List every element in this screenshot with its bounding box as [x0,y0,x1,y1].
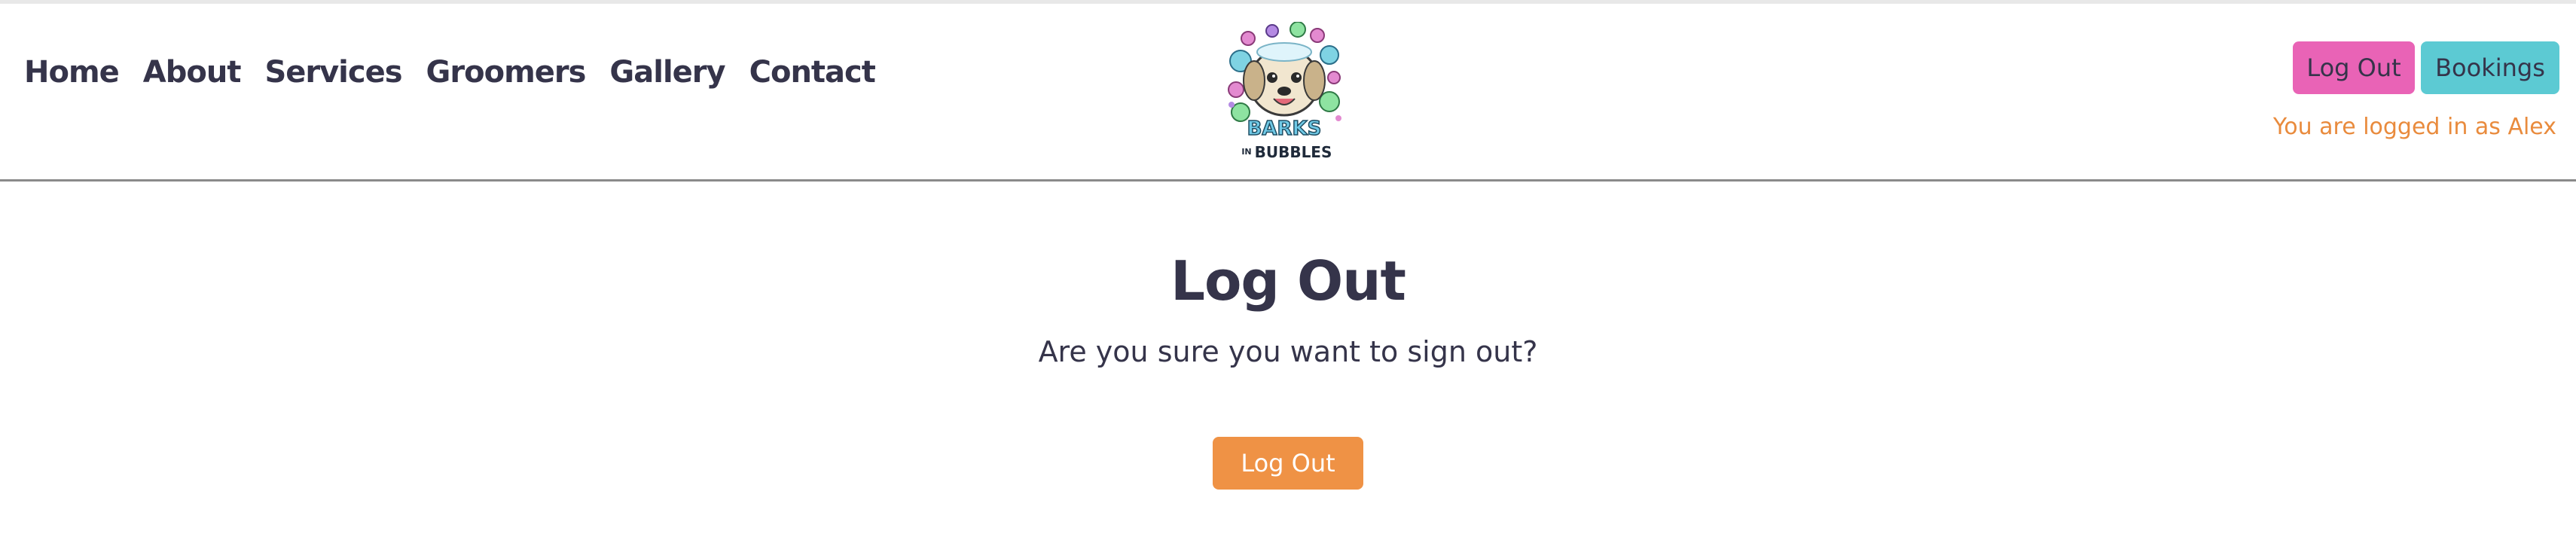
dog-logo-icon: BARKS IN BUBBLES [1228,22,1341,161]
confirm-logout-button[interactable]: Log Out [1213,437,1363,490]
confirm-message: Are you sure you want to sign out? [1038,335,1538,368]
header-logout-button[interactable]: Log Out [2293,41,2415,94]
logo-text-bottom: BUBBLES [1255,143,1332,161]
nav-contact[interactable]: Contact [749,47,876,97]
main-nav: Home About Services Groomers Gallery Con… [24,47,876,97]
page-title: Log Out [1170,249,1406,313]
login-status: You are logged in as Alex [2272,114,2556,140]
nav-gallery[interactable]: Gallery [609,47,725,97]
nav-services[interactable]: Services [264,47,402,97]
nav-groomers[interactable]: Groomers [426,47,587,97]
nav-about[interactable]: About [143,47,242,97]
logo-text-top: BARKS [1247,117,1322,140]
logo-text-in: IN [1241,147,1251,157]
bookings-button[interactable]: Bookings [2421,41,2559,94]
site-logo[interactable]: BARKS IN BUBBLES [1224,22,1344,165]
auth-buttons: Log Out Bookings [2293,41,2559,94]
site-header: Home About Services Groomers Gallery Con… [0,4,2576,182]
main-content: Log Out Are you sure you want to sign ou… [0,182,2576,540]
nav-home[interactable]: Home [24,47,120,97]
